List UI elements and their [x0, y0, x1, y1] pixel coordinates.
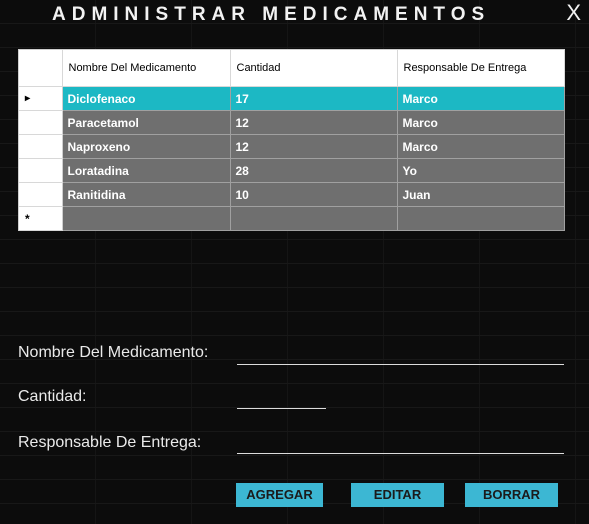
borrar-button[interactable]: BORRAR [465, 483, 558, 507]
responsable-label: Responsable De Entrega: [18, 434, 202, 451]
cell-nombre[interactable]: Naproxeno [62, 134, 231, 159]
cell-cantidad[interactable]: 28 [230, 158, 398, 183]
row-header-corner [19, 50, 63, 87]
column-header-cantidad[interactable]: Cantidad [230, 50, 398, 87]
cell-responsable[interactable]: Marco [397, 86, 565, 111]
cell-responsable[interactable]: Yo [397, 158, 565, 183]
cell-responsable[interactable]: Marco [397, 134, 565, 159]
cell-cantidad[interactable]: 17 [230, 86, 398, 111]
cell-cantidad-new[interactable] [230, 206, 398, 231]
table-row[interactable]: Naproxeno 12 Marco [19, 134, 565, 159]
row-header[interactable] [19, 182, 63, 207]
cantidad-input[interactable] [237, 388, 326, 409]
window-title: ADMINISTRAR MEDICAMENTOS [52, 4, 491, 25]
cell-responsable[interactable]: Marco [397, 110, 565, 135]
new-row[interactable]: * [19, 206, 565, 231]
cell-nombre[interactable]: Loratadina [62, 158, 231, 183]
agregar-button[interactable]: AGREGAR [236, 483, 323, 507]
cell-nombre[interactable]: Paracetamol [62, 110, 231, 135]
column-header-nombre[interactable]: Nombre Del Medicamento [62, 50, 231, 87]
cell-nombre[interactable]: Diclofenaco [62, 86, 231, 111]
column-header-responsable[interactable]: Responsable De Entrega [397, 50, 565, 87]
cell-cantidad[interactable]: 12 [230, 110, 398, 135]
table-row[interactable]: Paracetamol 12 Marco [19, 110, 565, 135]
cell-responsable-new[interactable] [397, 206, 565, 231]
close-button[interactable]: X [566, 0, 581, 26]
cantidad-label: Cantidad: [18, 388, 87, 405]
cell-responsable[interactable]: Juan [397, 182, 565, 207]
row-header[interactable] [19, 110, 63, 135]
table-row[interactable]: Loratadina 28 Yo [19, 158, 565, 183]
nombre-input[interactable] [237, 344, 564, 365]
cell-nombre-new[interactable] [62, 206, 231, 231]
medicamentos-grid[interactable]: Nombre Del Medicamento Cantidad Responsa… [18, 49, 565, 231]
table-row[interactable]: ▸ Diclofenaco 17 Marco [19, 86, 565, 111]
new-row-indicator-icon[interactable]: * [19, 206, 63, 231]
current-row-indicator-icon[interactable]: ▸ [19, 86, 63, 111]
medicamentos-table: Nombre Del Medicamento Cantidad Responsa… [19, 50, 565, 231]
cell-nombre[interactable]: Ranitidina [62, 182, 231, 207]
responsable-input[interactable] [237, 433, 564, 454]
nombre-label: Nombre Del Medicamento: [18, 344, 209, 361]
row-header[interactable] [19, 158, 63, 183]
cell-cantidad[interactable]: 10 [230, 182, 398, 207]
cell-cantidad[interactable]: 12 [230, 134, 398, 159]
row-header[interactable] [19, 134, 63, 159]
table-row[interactable]: Ranitidina 10 Juan [19, 182, 565, 207]
editar-button[interactable]: EDITAR [351, 483, 444, 507]
header-row: Nombre Del Medicamento Cantidad Responsa… [19, 50, 565, 87]
